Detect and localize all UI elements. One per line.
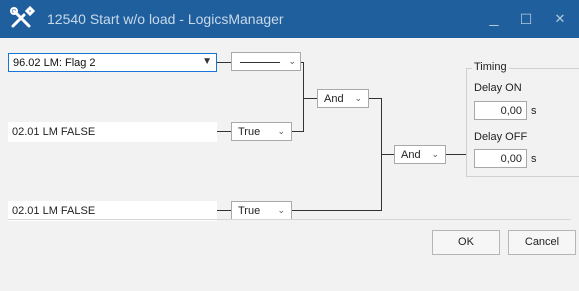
input2-command-value: 02.01 LM FALSE <box>12 126 96 138</box>
chevron-down-icon: ⌄ <box>288 56 296 66</box>
window-title: 12540 Start w/o load - LogicsManager <box>47 11 284 27</box>
input1-sign-value <box>240 62 280 63</box>
timing-group-title: Timing <box>472 61 509 73</box>
chevron-down-icon: ⌄ <box>431 149 439 159</box>
connector-line <box>303 62 304 132</box>
connector-line <box>292 210 381 211</box>
separator <box>8 219 571 220</box>
delay-off-unit: s <box>531 153 537 165</box>
maximize-button[interactable]: ☐ <box>515 8 537 30</box>
operator1-select[interactable]: And ⌄ <box>317 89 369 108</box>
input3-sign-value: True <box>238 205 261 217</box>
input2-sign-value: True <box>238 126 261 138</box>
connector-line <box>217 62 231 63</box>
delay-on-value: 0,00 <box>500 105 522 117</box>
delay-on-label: Delay ON <box>474 82 522 94</box>
input3-sign-select[interactable]: True ⌄ <box>231 201 292 220</box>
tools-icon <box>8 5 36 33</box>
delay-on-unit: s <box>531 105 537 117</box>
cancel-button[interactable]: Cancel <box>508 230 576 255</box>
connector-line <box>217 210 231 211</box>
operator2-value: And <box>401 149 421 161</box>
input2-command-field[interactable]: 02.01 LM FALSE <box>8 122 217 142</box>
input1-sign-select[interactable]: ⌄ <box>231 52 301 71</box>
connector-line <box>303 98 317 99</box>
input3-command-field[interactable]: 02.01 LM FALSE <box>8 201 217 221</box>
chevron-down-icon: ▼ <box>202 56 212 67</box>
operator1-value: And <box>324 93 344 105</box>
delay-off-value: 0,00 <box>500 153 522 165</box>
connector-line <box>217 131 231 132</box>
delay-off-input[interactable]: 0,00 <box>474 149 527 168</box>
delay-off-label: Delay OFF <box>474 131 528 143</box>
minimize-button[interactable]: _ <box>483 8 505 30</box>
title-bar: 12540 Start w/o load - LogicsManager _ ☐… <box>0 0 579 38</box>
input3-command-value: 02.01 LM FALSE <box>12 205 96 217</box>
connector-line <box>446 154 466 155</box>
input1-command-value: 96.02 LM: Flag 2 <box>13 57 96 69</box>
connector-line <box>369 98 381 99</box>
chevron-down-icon: ⌄ <box>277 126 285 136</box>
input2-sign-select[interactable]: True ⌄ <box>231 122 292 141</box>
delay-on-input[interactable]: 0,00 <box>474 101 527 120</box>
connector-line <box>381 154 394 155</box>
chevron-down-icon: ⌄ <box>354 93 362 103</box>
operator2-select[interactable]: And ⌄ <box>394 145 446 164</box>
connector-line <box>292 131 303 132</box>
chevron-down-icon: ⌄ <box>277 205 285 215</box>
ok-button[interactable]: OK <box>432 230 500 255</box>
close-button[interactable]: ✕ <box>549 8 571 30</box>
input1-command-select[interactable]: 96.02 LM: Flag 2 ▼ <box>8 53 217 72</box>
